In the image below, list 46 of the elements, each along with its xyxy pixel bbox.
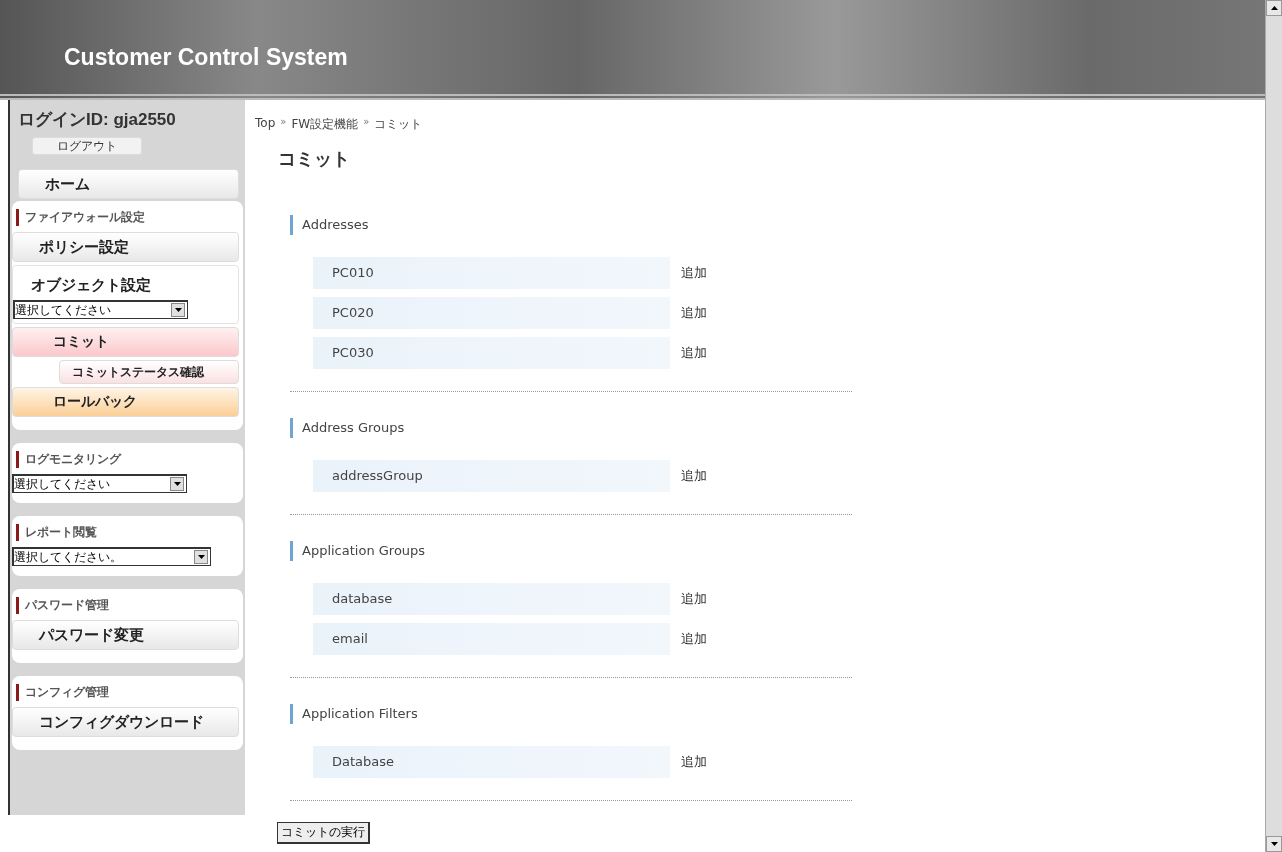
menu-button[interactable]: ロールバック bbox=[12, 387, 239, 417]
logout-button[interactable]: ログアウト bbox=[32, 137, 142, 155]
group-title: Application Groups bbox=[290, 541, 852, 561]
add-label: 追加 bbox=[681, 630, 707, 648]
group-title: Addresses bbox=[290, 215, 852, 235]
dropdown[interactable]: 選択してください。 bbox=[12, 547, 211, 566]
app-title: Customer Control System bbox=[64, 44, 348, 70]
object-name: email bbox=[313, 623, 670, 655]
menu-button[interactable]: コミット bbox=[12, 327, 239, 357]
menu-button[interactable]: オブジェクト設定 bbox=[13, 270, 238, 300]
section-title: レポート閲覧 bbox=[16, 524, 239, 541]
scroll-down-icon[interactable] bbox=[1266, 836, 1282, 852]
breadcrumb-link[interactable]: FW設定機能 bbox=[291, 116, 359, 133]
menu-button[interactable]: ポリシー設定 bbox=[12, 232, 239, 262]
object-name: PC020 bbox=[313, 297, 670, 329]
menu-button[interactable]: パスワード変更 bbox=[12, 620, 239, 650]
group-title: Address Groups bbox=[290, 418, 852, 438]
add-label: 追加 bbox=[681, 753, 707, 771]
home-button[interactable]: ホーム bbox=[18, 169, 239, 199]
add-label: 追加 bbox=[681, 344, 707, 362]
object-name: database bbox=[313, 583, 670, 615]
breadcrumb-separator: » bbox=[363, 116, 370, 129]
object-name: addressGroup bbox=[313, 460, 670, 492]
add-label: 追加 bbox=[681, 304, 707, 322]
breadcrumb-link[interactable]: Top bbox=[255, 116, 276, 133]
dropdown[interactable]: 選択してください bbox=[13, 300, 188, 319]
section-title: ファイアウォール設定 bbox=[16, 209, 239, 226]
section-title: コンフィグ管理 bbox=[16, 684, 239, 701]
login-id: ログインID: gja2550 bbox=[18, 109, 177, 131]
add-label: 追加 bbox=[681, 264, 707, 282]
object-name: PC010 bbox=[313, 257, 670, 289]
add-label: 追加 bbox=[681, 467, 707, 485]
section-title: パスワード管理 bbox=[16, 597, 239, 614]
object-name: PC030 bbox=[313, 337, 670, 369]
breadcrumb-separator: » bbox=[280, 116, 287, 129]
object-name: Database bbox=[313, 746, 670, 778]
dropdown[interactable]: 選択してください bbox=[12, 474, 187, 493]
page-title: コミット bbox=[278, 147, 351, 171]
add-label: 追加 bbox=[681, 590, 707, 608]
section-title: ログモニタリング bbox=[16, 451, 239, 468]
menu-button[interactable]: コンフィグダウンロード bbox=[12, 707, 239, 737]
scrollbar[interactable] bbox=[1265, 0, 1282, 852]
group-title: Application Filters bbox=[290, 704, 852, 724]
scroll-up-icon[interactable] bbox=[1266, 0, 1282, 16]
commit-button[interactable]: コミットの実行 bbox=[277, 822, 370, 844]
menu-button[interactable]: コミットステータス確認 bbox=[59, 360, 239, 384]
